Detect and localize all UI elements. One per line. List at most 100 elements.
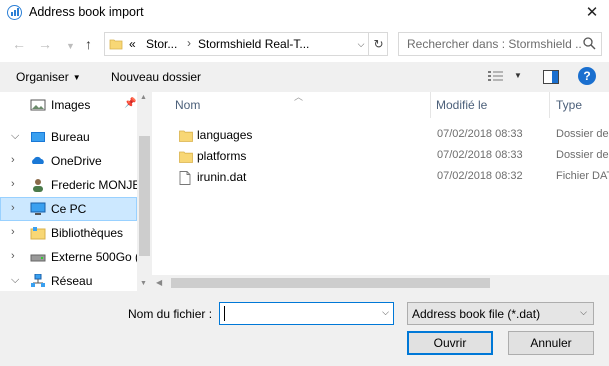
collapsed-chevron-icon[interactable]: ›: [11, 226, 15, 238]
expanded-chevron-icon[interactable]: ⌵: [11, 274, 19, 287]
search-icon[interactable]: [582, 36, 596, 50]
chevron-down-icon[interactable]: ⌵: [382, 307, 389, 318]
preview-pane-icon[interactable]: [543, 70, 559, 84]
navigation-pane: Images 📌 ⌵ Bureau › OneDrive › Frederic …: [0, 92, 152, 291]
file-type: Dossier de fichiers: [556, 128, 609, 140]
nav-pane-scrollbar[interactable]: ▲ ▼: [137, 92, 152, 291]
nav-item-this-pc[interactable]: › Ce PC: [0, 197, 137, 221]
file-row[interactable]: languages 07/02/2018 08:33 Dossier de fi…: [152, 125, 609, 145]
address-dropdown-icon[interactable]: ⌵: [353, 33, 369, 55]
file-name: platforms: [197, 149, 247, 163]
navigation-bar: ← → ▼ ↑ « Stor... › Stormshield Real-T..…: [0, 28, 609, 62]
dialog-footer: Nom du fichier : ⌵ Address book file (*.…: [0, 291, 609, 366]
libraries-icon: [30, 227, 46, 240]
column-divider[interactable]: [549, 92, 550, 118]
text-cursor: [224, 306, 225, 321]
folder-icon: [179, 130, 193, 142]
file-modified: 07/02/2018 08:33: [437, 149, 523, 161]
network-icon: [31, 274, 45, 287]
close-icon: ✕: [585, 4, 599, 21]
scrollbar-thumb[interactable]: [171, 278, 490, 288]
address-bar[interactable]: « Stor... › Stormshield Real-T... ⌵ ↻: [104, 32, 388, 56]
nav-item-label: Bibliothèques: [51, 226, 124, 240]
column-divider[interactable]: [430, 92, 431, 118]
computer-icon: [30, 202, 46, 215]
file-icon: [179, 171, 191, 185]
filename-label: Nom du fichier :: [128, 307, 213, 321]
pin-icon[interactable]: 📌: [124, 98, 136, 109]
scroll-up-arrow-icon[interactable]: ▲: [140, 94, 147, 101]
scroll-down-arrow-icon[interactable]: ▼: [140, 280, 147, 287]
desktop-icon: [31, 132, 45, 142]
nav-item-label: Bureau: [51, 130, 90, 144]
help-icon[interactable]: ?: [578, 67, 596, 85]
view-options-icon[interactable]: [487, 70, 505, 84]
nav-item-label: Ce PC: [51, 202, 87, 216]
command-toolbar: Organiser ▼ Nouveau dossier ▼ ?: [0, 62, 609, 92]
nav-item-libraries[interactable]: › Bibliothèques: [0, 221, 137, 245]
breadcrumb-item[interactable]: Stormshield Real-T...: [198, 37, 309, 51]
organize-label: Organiser: [16, 70, 69, 84]
nav-item-images[interactable]: Images 📌: [0, 93, 137, 117]
breadcrumb-overflow[interactable]: «: [129, 37, 136, 51]
nav-item-external-drive[interactable]: › Externe 500Go (D:): [0, 245, 152, 269]
user-icon: [33, 179, 43, 192]
breadcrumb-item[interactable]: Stor...: [146, 37, 177, 51]
column-header-name[interactable]: Nom: [175, 98, 200, 112]
file-modified: 07/02/2018 08:33: [437, 128, 523, 140]
refresh-icon[interactable]: ↻: [368, 33, 388, 55]
recent-locations-chevron-icon[interactable]: ▼: [66, 39, 75, 53]
column-header-modified[interactable]: Modifié le: [436, 98, 487, 112]
column-header-type[interactable]: Type: [556, 98, 582, 112]
file-type-filter-select[interactable]: Address book file (*.dat) ⌵: [407, 302, 594, 325]
file-name: languages: [197, 128, 253, 142]
onedrive-icon: [32, 156, 44, 164]
forward-arrow-icon[interactable]: →: [38, 37, 52, 51]
up-arrow-icon[interactable]: ↑: [85, 37, 92, 51]
chevron-down-icon: ⌵: [580, 307, 587, 317]
back-arrow-icon[interactable]: ←: [12, 37, 26, 51]
collapsed-chevron-icon[interactable]: ›: [11, 202, 15, 214]
close-button[interactable]: ✕: [575, 0, 609, 28]
title-bar: Address book import ✕: [0, 0, 609, 28]
nav-item-label: Images: [51, 98, 91, 112]
horizontal-scrollbar[interactable]: ◀: [152, 275, 609, 291]
filename-input[interactable]: ⌵: [219, 302, 394, 325]
collapsed-chevron-icon[interactable]: ›: [11, 154, 15, 166]
folder-icon: [179, 151, 193, 163]
file-list-pane: ︿ Nom Modifié le Type languages 07/02/20…: [152, 92, 609, 291]
file-row[interactable]: platforms 07/02/2018 08:33 Dossier de fi…: [152, 146, 609, 166]
collapsed-chevron-icon[interactable]: ›: [11, 250, 15, 262]
chevron-down-icon: ▼: [72, 73, 81, 82]
nav-item-onedrive[interactable]: › OneDrive: [0, 149, 137, 173]
folder-icon: [109, 39, 123, 50]
file-type-filter-value: Address book file (*.dat): [412, 307, 541, 321]
nav-item-desktop[interactable]: ⌵ Bureau: [0, 125, 137, 149]
nav-item-label: Réseau: [51, 274, 93, 288]
drive-icon: [30, 254, 46, 262]
expanded-chevron-icon[interactable]: ⌵: [11, 130, 19, 143]
search-placeholder: Rechercher dans : Stormshield ...: [407, 37, 581, 51]
collapsed-chevron-icon[interactable]: ›: [11, 178, 15, 190]
nav-item-user[interactable]: › Frederic MONJEAU: [0, 173, 152, 197]
file-name: irunin.dat: [197, 170, 247, 184]
nav-item-network[interactable]: ⌵ Réseau: [0, 269, 137, 291]
images-icon: [30, 99, 46, 111]
scrollbar-thumb[interactable]: [139, 136, 150, 256]
view-dropdown-icon[interactable]: ▼: [514, 71, 522, 80]
open-button[interactable]: Ouvrir: [407, 331, 493, 355]
file-row[interactable]: irunin.dat 07/02/2018 08:32 Fichier DAT: [152, 167, 609, 187]
breadcrumb-separator-icon: ›: [187, 36, 191, 50]
nav-item-label: OneDrive: [51, 154, 102, 168]
scroll-left-arrow-icon[interactable]: ◀: [156, 278, 162, 287]
new-folder-button[interactable]: Nouveau dossier: [111, 70, 201, 84]
file-modified: 07/02/2018 08:32: [437, 170, 523, 182]
organize-menu-button[interactable]: Organiser ▼: [16, 70, 81, 84]
search-box[interactable]: Rechercher dans : Stormshield ...: [398, 32, 602, 56]
cancel-button[interactable]: Annuler: [508, 331, 594, 355]
app-icon: [7, 5, 22, 20]
file-type: Dossier de fichiers: [556, 149, 609, 161]
window-title: Address book import: [29, 5, 144, 19]
sort-caret-icon: ︿: [294, 92, 304, 102]
file-type: Fichier DAT: [556, 170, 609, 182]
